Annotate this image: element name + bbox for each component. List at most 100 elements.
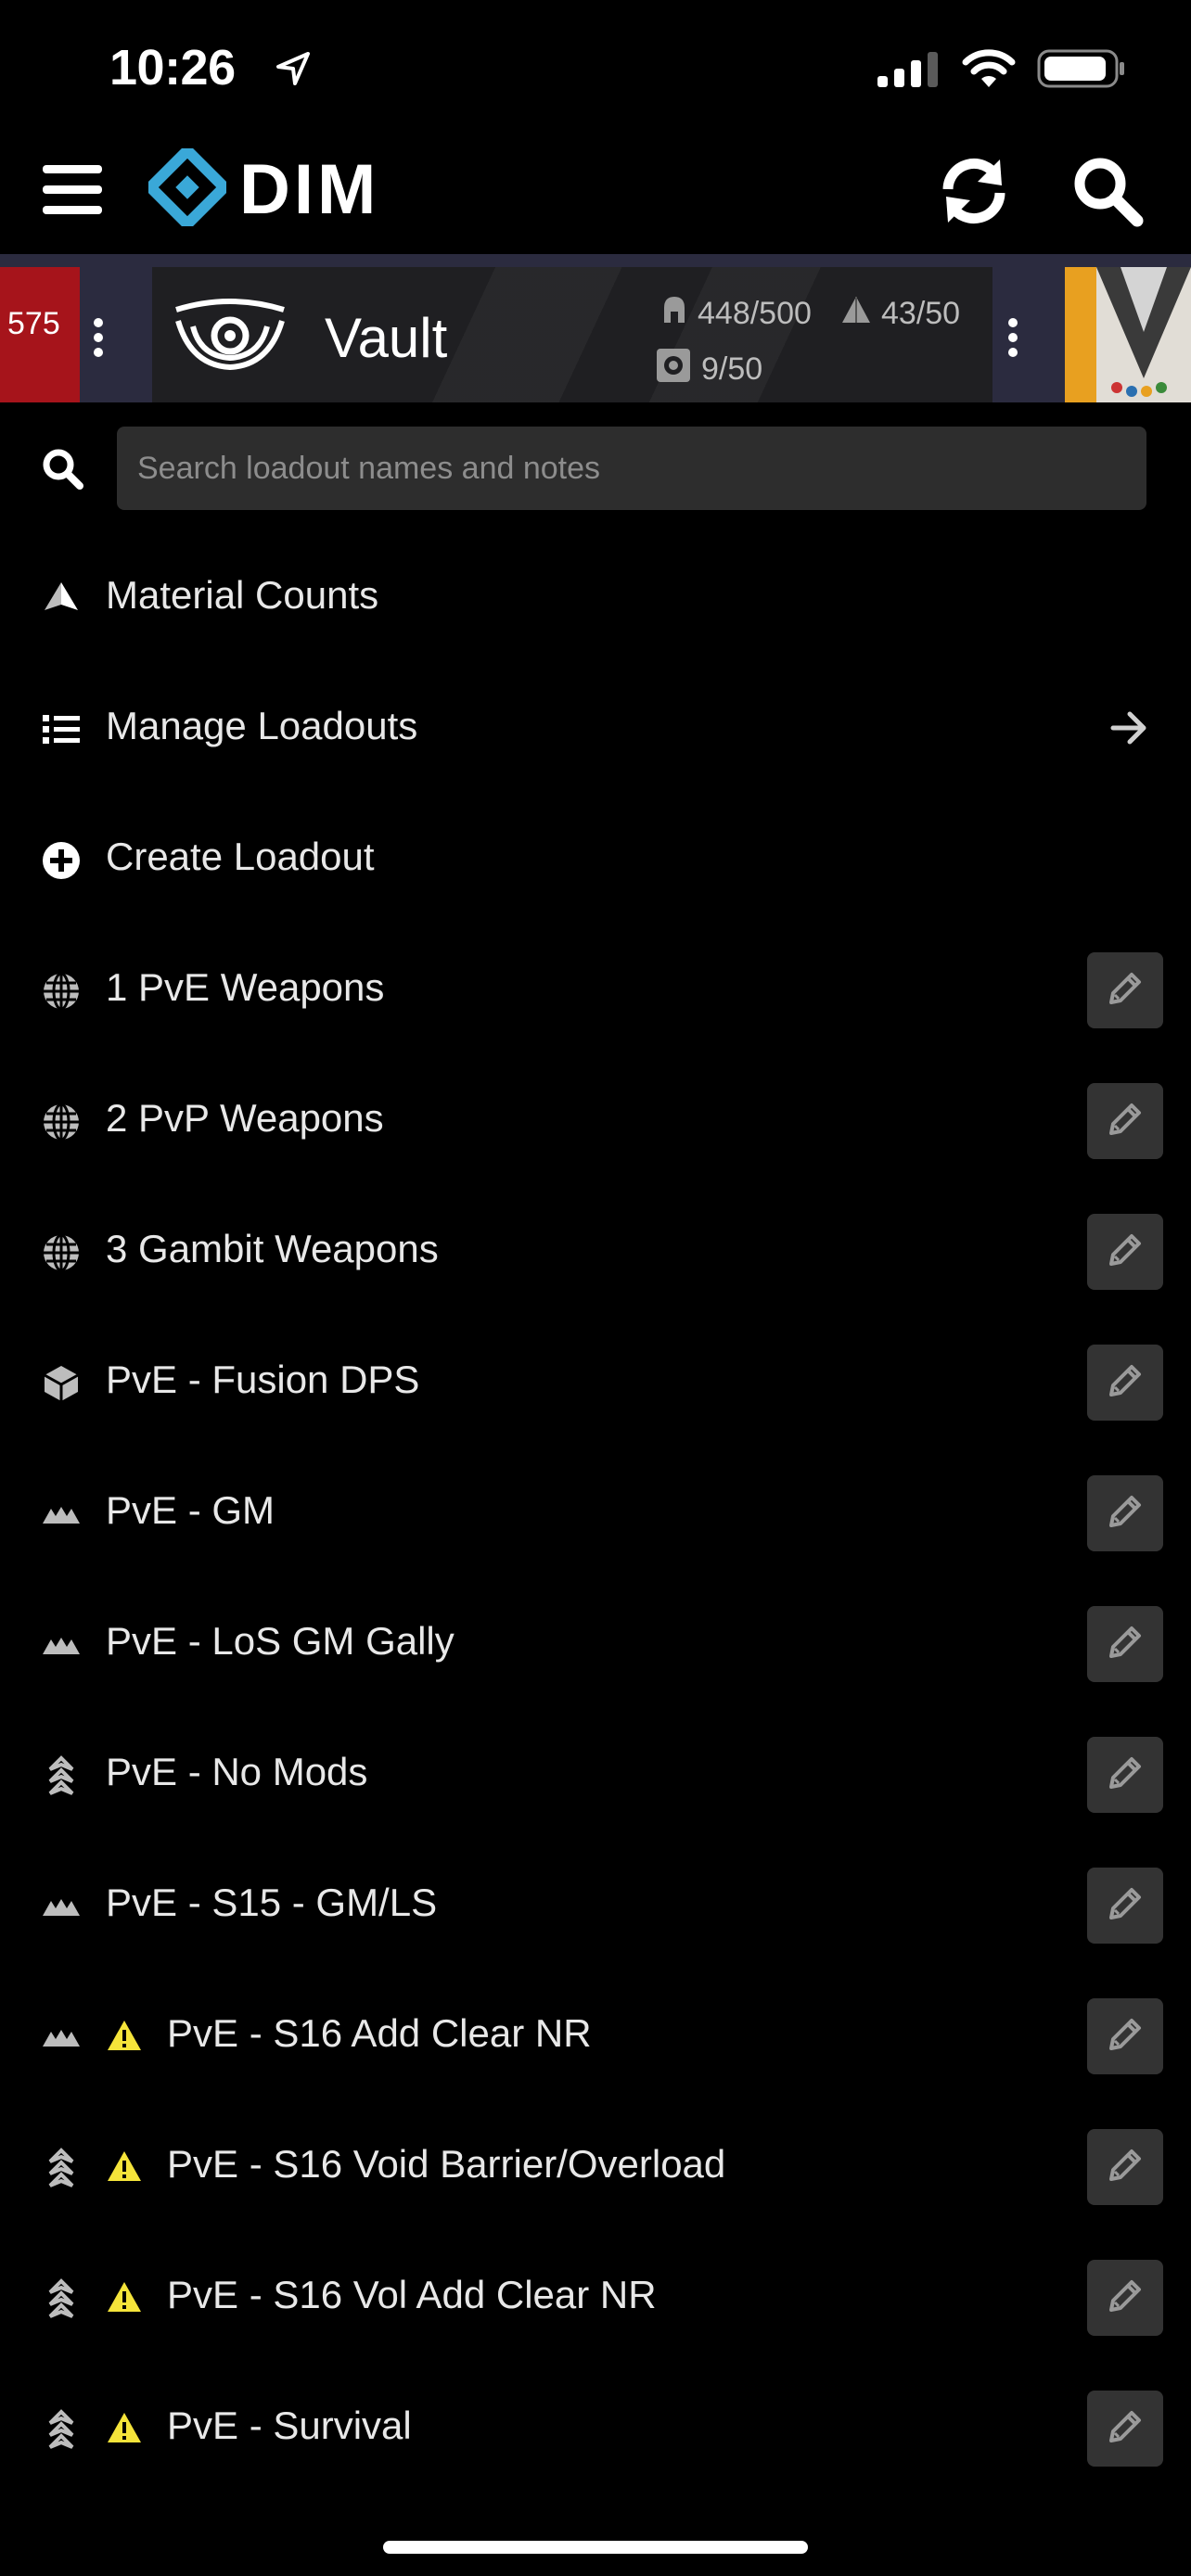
loadout-name: PvE - S16 Add Clear NR xyxy=(167,2011,592,2055)
pencil-icon xyxy=(1104,1621,1146,1668)
vault-materials-count: 43/50 xyxy=(840,295,960,333)
edit-loadout-button[interactable] xyxy=(1087,1998,1163,2074)
loadout-item[interactable]: PvE - GM xyxy=(0,1447,1191,1577)
edit-loadout-button[interactable] xyxy=(1087,1475,1163,1551)
loadout-name: PvE - S16 Vol Add Clear NR xyxy=(167,2273,657,2316)
loadout-name: PvE - Survival xyxy=(167,2404,412,2447)
vault-mods-count: 9/50 xyxy=(655,347,762,392)
loadout-name: 2 PvP Weapons xyxy=(106,1096,384,1140)
search-loadouts-input[interactable] xyxy=(117,427,1146,510)
character-tile-right[interactable] xyxy=(1065,267,1191,402)
pencil-icon xyxy=(1104,2144,1146,2191)
pencil-icon xyxy=(1104,1882,1146,1930)
loadout-item[interactable]: PvE - S16 Add Clear NR xyxy=(0,1970,1191,2100)
loadout-name: PvE - S15 - GM/LS xyxy=(106,1881,438,1924)
loadout-name: PvE - GM xyxy=(106,1488,275,1532)
character-power-level: 575 xyxy=(7,306,60,341)
pencil-icon xyxy=(1104,2405,1146,2453)
manage-loadouts-item[interactable]: Manage Loadouts xyxy=(0,663,1191,793)
pencil-icon xyxy=(1104,1752,1146,1799)
hunter-icon xyxy=(41,1755,82,1796)
edit-loadout-button[interactable] xyxy=(1087,1868,1163,1944)
edit-loadout-button[interactable] xyxy=(1087,1606,1163,1682)
loadout-name: PvE - LoS GM Gally xyxy=(106,1619,455,1663)
hamburger-menu-icon[interactable] xyxy=(43,163,102,215)
menu-label: Manage Loadouts xyxy=(106,704,418,747)
loadout-name: 3 Gambit Weapons xyxy=(106,1227,439,1270)
globe-icon xyxy=(41,971,82,1012)
material-triangle-icon xyxy=(840,295,872,333)
search-loadouts-icon xyxy=(41,447,83,494)
search-icon[interactable] xyxy=(1069,152,1146,230)
hunter-icon xyxy=(41,2278,82,2319)
mountain-icon xyxy=(41,1886,82,1927)
edit-loadout-button[interactable] xyxy=(1087,1345,1163,1421)
signal-icon xyxy=(876,50,941,92)
vault-emblem-icon xyxy=(173,299,288,377)
pencil-icon xyxy=(1104,967,1146,1014)
edit-loadout-button[interactable] xyxy=(1087,952,1163,1028)
arrow-right-icon xyxy=(1109,709,1148,751)
hunter-icon xyxy=(41,2148,82,2188)
loadout-name: PvE - S16 Void Barrier/Overload xyxy=(167,2142,726,2186)
vault-kebab-menu-icon[interactable] xyxy=(1007,315,1018,364)
status-time: 10:26 xyxy=(109,40,236,96)
warning-icon xyxy=(106,2149,143,2187)
dim-logo[interactable]: DIM xyxy=(142,142,380,233)
cube-icon xyxy=(41,1363,82,1404)
create-loadout-item[interactable]: Create Loadout xyxy=(0,794,1191,924)
helmet-icon xyxy=(660,295,688,333)
globe-icon xyxy=(41,1102,82,1142)
list-icon xyxy=(41,709,82,750)
logo-text: DIM xyxy=(239,150,380,229)
edit-loadout-button[interactable] xyxy=(1087,1214,1163,1290)
mod-icon xyxy=(655,347,692,392)
edit-loadout-button[interactable] xyxy=(1087,2260,1163,2336)
loadout-name: PvE - Fusion DPS xyxy=(106,1358,420,1401)
loadout-item[interactable]: PvE - Fusion DPS xyxy=(0,1317,1191,1447)
edit-loadout-button[interactable] xyxy=(1087,2129,1163,2205)
warning-icon xyxy=(106,2411,143,2449)
loadout-item[interactable]: 1 PvE Weapons xyxy=(0,925,1191,1054)
hunter-icon xyxy=(41,2409,82,2450)
material-counts-item[interactable]: Material Counts xyxy=(0,532,1191,662)
refresh-icon[interactable] xyxy=(935,152,1013,230)
home-indicator[interactable] xyxy=(383,2541,808,2554)
loadout-name: 1 PvE Weapons xyxy=(106,965,385,1009)
kebab-menu-icon[interactable] xyxy=(93,315,104,364)
wifi-icon xyxy=(961,48,1017,94)
loadout-item[interactable]: PvE - S16 Void Barrier/Overload xyxy=(0,2101,1191,2231)
warning-icon xyxy=(106,2019,143,2057)
loadout-item[interactable]: 3 Gambit Weapons xyxy=(0,1186,1191,1316)
pencil-icon xyxy=(1104,1359,1146,1407)
loadout-item[interactable]: PvE - S15 - GM/LS xyxy=(0,1840,1191,1970)
loadout-name: PvE - No Mods xyxy=(106,1750,368,1793)
edit-loadout-button[interactable] xyxy=(1087,1737,1163,1813)
edit-loadout-button[interactable] xyxy=(1087,1083,1163,1159)
dim-logo-icon xyxy=(142,142,233,233)
loadout-item[interactable]: PvE - LoS GM Gally xyxy=(0,1578,1191,1708)
pencil-icon xyxy=(1104,1490,1146,1537)
globe-icon xyxy=(41,1232,82,1273)
pencil-icon xyxy=(1104,1229,1146,1276)
loadout-item[interactable]: PvE - Survival xyxy=(0,2363,1191,2493)
vault-title: Vault xyxy=(325,307,448,369)
status-icons xyxy=(876,48,1126,94)
edit-loadout-button[interactable] xyxy=(1087,2391,1163,2467)
loadout-item[interactable]: PvE - No Mods xyxy=(0,1709,1191,1839)
warning-icon xyxy=(106,2280,143,2318)
pencil-icon xyxy=(1104,2275,1146,2322)
menu-label: Material Counts xyxy=(106,573,379,617)
pencil-icon xyxy=(1104,2013,1146,2060)
plus-circle-icon xyxy=(41,840,82,881)
loadout-item[interactable]: PvE - S16 Vol Add Clear NR xyxy=(0,2232,1191,2362)
material-triangle-icon xyxy=(41,579,82,619)
mountain-icon xyxy=(41,1625,82,1665)
mountain-icon xyxy=(41,1494,82,1535)
menu-label: Create Loadout xyxy=(106,835,375,878)
loadout-item[interactable]: 2 PvP Weapons xyxy=(0,1055,1191,1185)
vault-armor-count: 448/500 xyxy=(660,295,812,333)
battery-icon xyxy=(1037,48,1126,94)
pencil-icon xyxy=(1104,1098,1146,1145)
mountain-icon xyxy=(41,2017,82,2058)
